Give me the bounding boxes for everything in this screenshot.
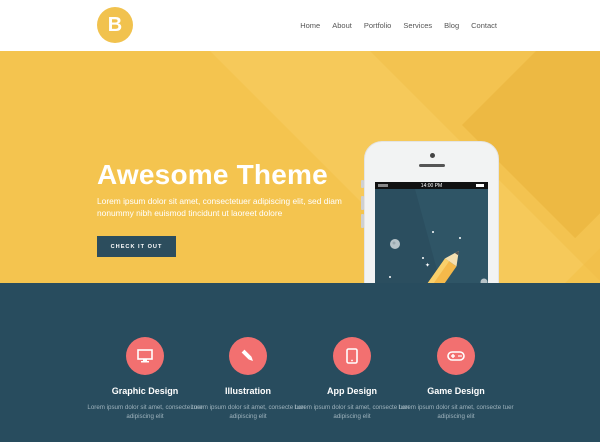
service-icon-circle[interactable]	[229, 337, 267, 375]
service-title: Game Design	[427, 386, 485, 396]
hero-section: Awesome Theme Lorem ipsum dolor sit amet…	[0, 51, 600, 283]
phone-speaker	[419, 164, 445, 167]
logo-letter: B	[107, 13, 123, 36]
service-graphic-design: Graphic Design Lorem ipsum dolor sit ame…	[85, 337, 205, 421]
gamepad-icon	[447, 351, 465, 361]
service-app-design: App Design Lorem ipsum dolor sit amet, c…	[292, 337, 412, 421]
service-description: Lorem ipsum dolor sit amet, consecte tue…	[87, 404, 203, 420]
svg-text:✦: ✦	[425, 262, 430, 269]
phone-mockup: 14:00 PM ✦	[361, 141, 499, 283]
service-icon-circle[interactable]	[333, 337, 371, 375]
service-description: Lorem ipsum dolor sit amet, consecte tue…	[190, 404, 306, 420]
services-section: Graphic Design Lorem ipsum dolor sit ame…	[0, 283, 600, 442]
phone-volume-up-button	[361, 196, 364, 210]
rocket-illustration: ✦	[389, 189, 488, 283]
tablet-icon	[346, 348, 358, 364]
main-nav: Home About Portfolio Services Blog Conta…	[300, 0, 497, 51]
cta-label: CHECK IT OUT	[110, 243, 163, 250]
service-description: Lorem ipsum dolor sit amet, consecte tue…	[294, 404, 410, 420]
service-description: Lorem ipsum dolor sit amet, consecte tue…	[398, 404, 514, 420]
service-title: Graphic Design	[111, 386, 179, 396]
phone-status-bar: 14:00 PM	[375, 182, 488, 189]
nav-portfolio-link[interactable]: Portfolio	[364, 21, 392, 30]
phone-mute-button	[361, 180, 364, 188]
service-icon-circle[interactable]	[126, 337, 164, 375]
service-illustration: Illustration Lorem ipsum dolor sit amet,…	[188, 337, 308, 421]
nav-about-link[interactable]: About	[332, 21, 352, 30]
phone-time: 14:00 PM	[420, 182, 443, 189]
hero-description: Lorem ipsum dolor sit amet, consectetuer…	[97, 196, 342, 218]
brand-logo[interactable]: B	[97, 7, 133, 43]
signal-icon	[378, 184, 388, 187]
phone-camera	[430, 153, 435, 158]
hero-title: Awesome Theme	[97, 159, 328, 190]
phone-volume-down-button	[361, 214, 364, 228]
service-title: App Design	[326, 386, 377, 396]
service-title: Illustration	[224, 386, 271, 396]
pencil-icon	[241, 349, 253, 361]
monitor-icon	[137, 349, 153, 363]
nav-home-link[interactable]: Home	[300, 21, 320, 30]
service-icon-circle[interactable]	[437, 337, 475, 375]
check-it-out-button[interactable]: CHECK IT OUT	[97, 236, 176, 257]
nav-services-link[interactable]: Services	[403, 21, 432, 30]
nav-contact-link[interactable]: Contact	[471, 21, 497, 30]
nav-blog-link[interactable]: Blog	[444, 21, 459, 30]
site-header: B Home About Portfolio Services Blog Con…	[0, 0, 600, 51]
phone-screen: 14:00 PM ✦	[375, 182, 488, 283]
battery-icon	[476, 184, 484, 187]
service-game-design: Game Design Lorem ipsum dolor sit amet, …	[396, 337, 516, 421]
